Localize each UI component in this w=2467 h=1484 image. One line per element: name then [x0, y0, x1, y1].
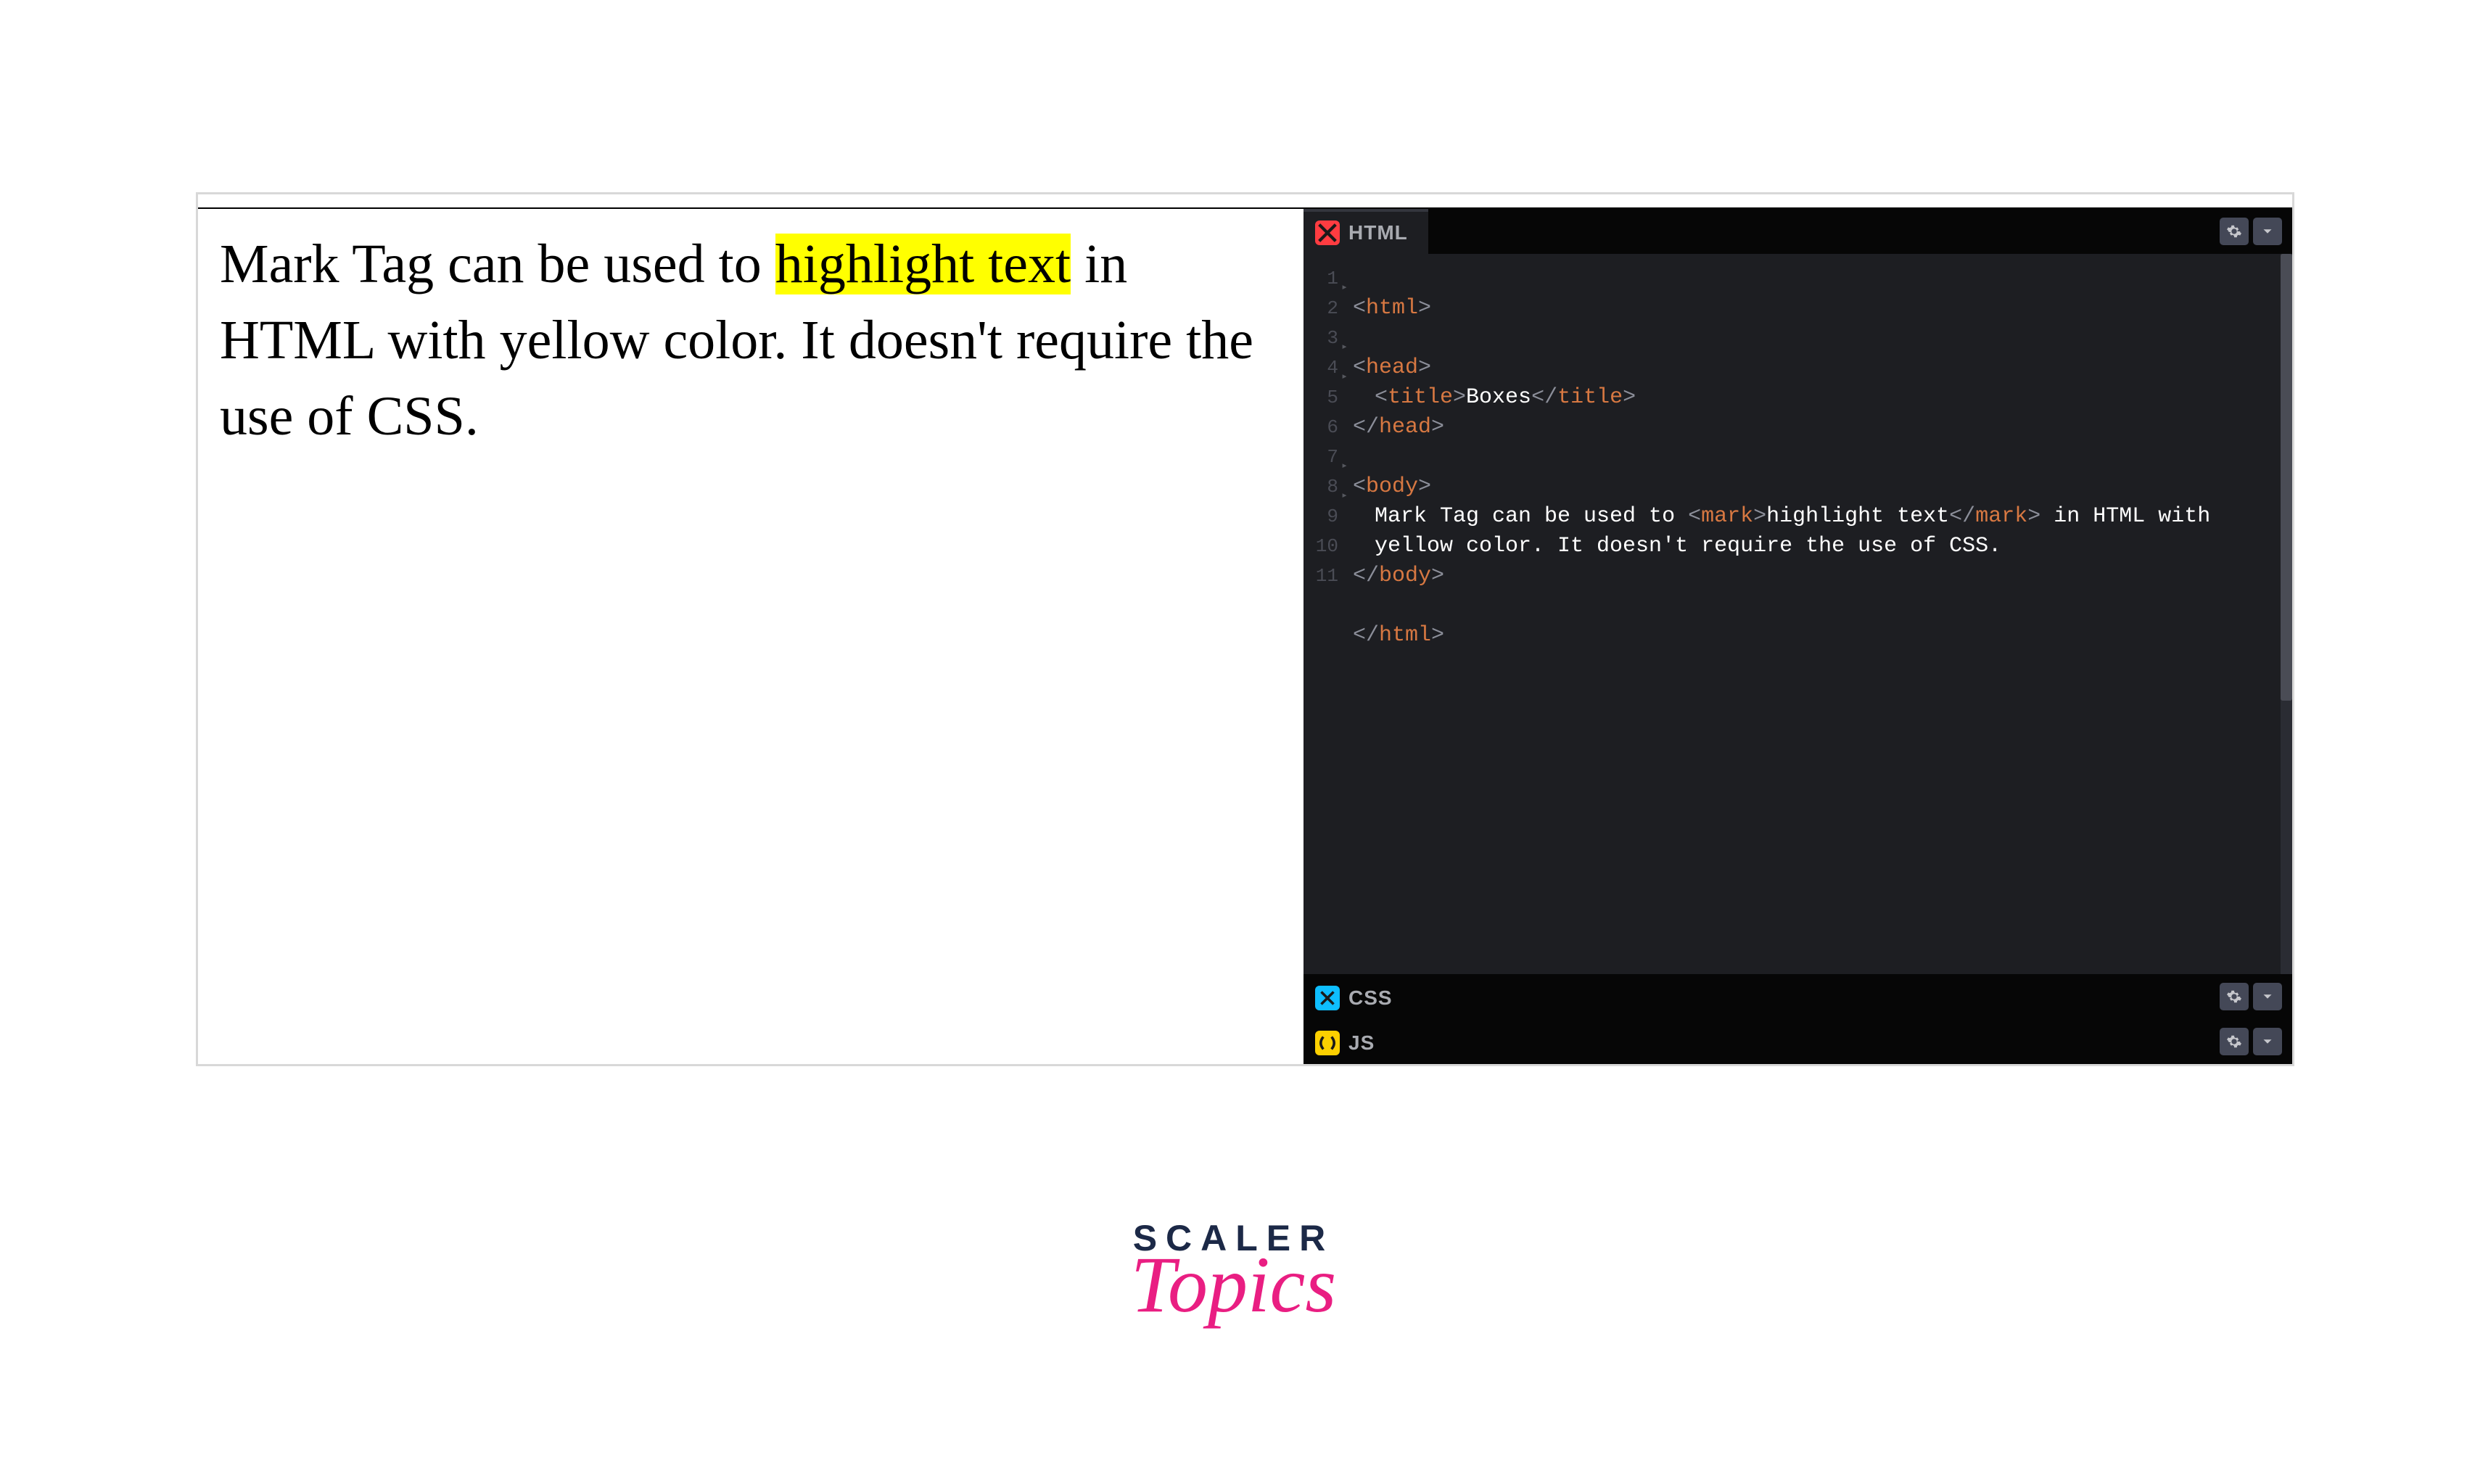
panel-header-html: HTML: [1303, 209, 2292, 254]
scrollbar-thumb[interactable]: [2281, 254, 2292, 701]
code-area-html[interactable]: 1▸ 2 3▸ 4▸ 5 6 7▸ 8▸ 9 10 11 <html> <hea…: [1303, 254, 2292, 974]
codepen-container: Mark Tag can be used to highlight text i…: [196, 192, 2294, 1066]
panel-actions-html: [2220, 218, 2282, 245]
collapse-button-js[interactable]: [2253, 1028, 2282, 1055]
editor-pane: HTML 1▸ 2 3▸ 4▸ 5 6: [1303, 209, 2292, 1064]
window-top-bar: [198, 194, 2292, 209]
chevron-down-icon: [2260, 1034, 2276, 1050]
settings-button-css[interactable]: [2220, 983, 2249, 1010]
settings-button-html[interactable]: [2220, 218, 2249, 245]
tab-html[interactable]: HTML: [1303, 209, 1428, 254]
branding: SCALER Topics: [1131, 1217, 1336, 1324]
tab-css-label: CSS: [1348, 986, 1393, 1010]
code-content[interactable]: <html> <head> <title>Boxes</title> </hea…: [1348, 254, 2292, 974]
html-badge-icon: [1315, 220, 1340, 245]
tab-js[interactable]: JS: [1303, 1019, 1395, 1064]
gear-icon: [2226, 989, 2242, 1005]
tab-html-label: HTML: [1348, 221, 1408, 244]
split-view: Mark Tag can be used to highlight text i…: [198, 209, 2292, 1064]
collapse-button-html[interactable]: [2253, 218, 2282, 245]
panel-actions-js: [2220, 1028, 2282, 1055]
tab-js-label: JS: [1348, 1031, 1375, 1055]
tab-css[interactable]: CSS: [1303, 974, 1413, 1019]
settings-button-js[interactable]: [2220, 1028, 2249, 1055]
panel-header-css: CSS: [1303, 974, 2292, 1019]
css-badge-icon: [1315, 986, 1340, 1010]
collapse-button-css[interactable]: [2253, 983, 2282, 1010]
preview-highlight: highlight text: [775, 234, 1071, 294]
gear-icon: [2226, 223, 2242, 239]
js-badge-icon: [1315, 1031, 1340, 1055]
panel-actions-css: [2220, 983, 2282, 1010]
chevron-down-icon: [2260, 223, 2276, 239]
line-gutter: 1▸ 2 3▸ 4▸ 5 6 7▸ 8▸ 9 10 11: [1303, 254, 1348, 974]
preview-text: Mark Tag can be used to highlight text i…: [220, 226, 1282, 455]
preview-text-before: Mark Tag can be used to: [220, 234, 775, 294]
gear-icon: [2226, 1034, 2242, 1050]
preview-pane: Mark Tag can be used to highlight text i…: [198, 209, 1303, 1064]
brand-topics: Topics: [1131, 1245, 1336, 1324]
chevron-down-icon: [2260, 989, 2276, 1005]
panel-header-js: JS: [1303, 1019, 2292, 1064]
